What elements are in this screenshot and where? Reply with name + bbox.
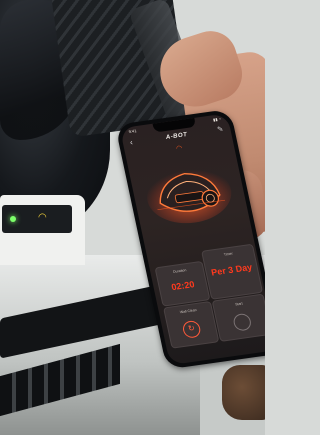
wall-clean-icon: ↻: [181, 319, 202, 339]
timer-value: Per 3 Day: [210, 262, 254, 278]
duration-value: 02:20: [170, 279, 196, 293]
duration-label: Duration: [172, 268, 187, 274]
status-time: 9:41: [128, 128, 137, 135]
duration-card[interactable]: Duration 02:20: [154, 260, 211, 307]
robot-illustration: [147, 167, 232, 224]
wall-clean-label: Wall Clean: [179, 308, 198, 315]
wifi-led-icon: ◠: [38, 212, 47, 223]
timer-card[interactable]: Timer Per 3 Day: [201, 243, 264, 300]
timer-label: Timer: [223, 251, 234, 257]
wall-clean-card[interactable]: Wall Clean ↻: [163, 300, 220, 349]
photo-scene: ◠ 9:41 ▮▮ ◔ ‹ A-BOT ✎ ◠ Timer Per 3 Day …: [0, 0, 265, 435]
shoe: [222, 365, 265, 420]
power-led-icon: [10, 216, 16, 222]
start-label: Start: [234, 301, 244, 307]
power-ring-icon[interactable]: [232, 312, 253, 332]
status-icons: ▮▮ ◔: [212, 116, 222, 123]
start-card[interactable]: Start: [211, 293, 265, 342]
